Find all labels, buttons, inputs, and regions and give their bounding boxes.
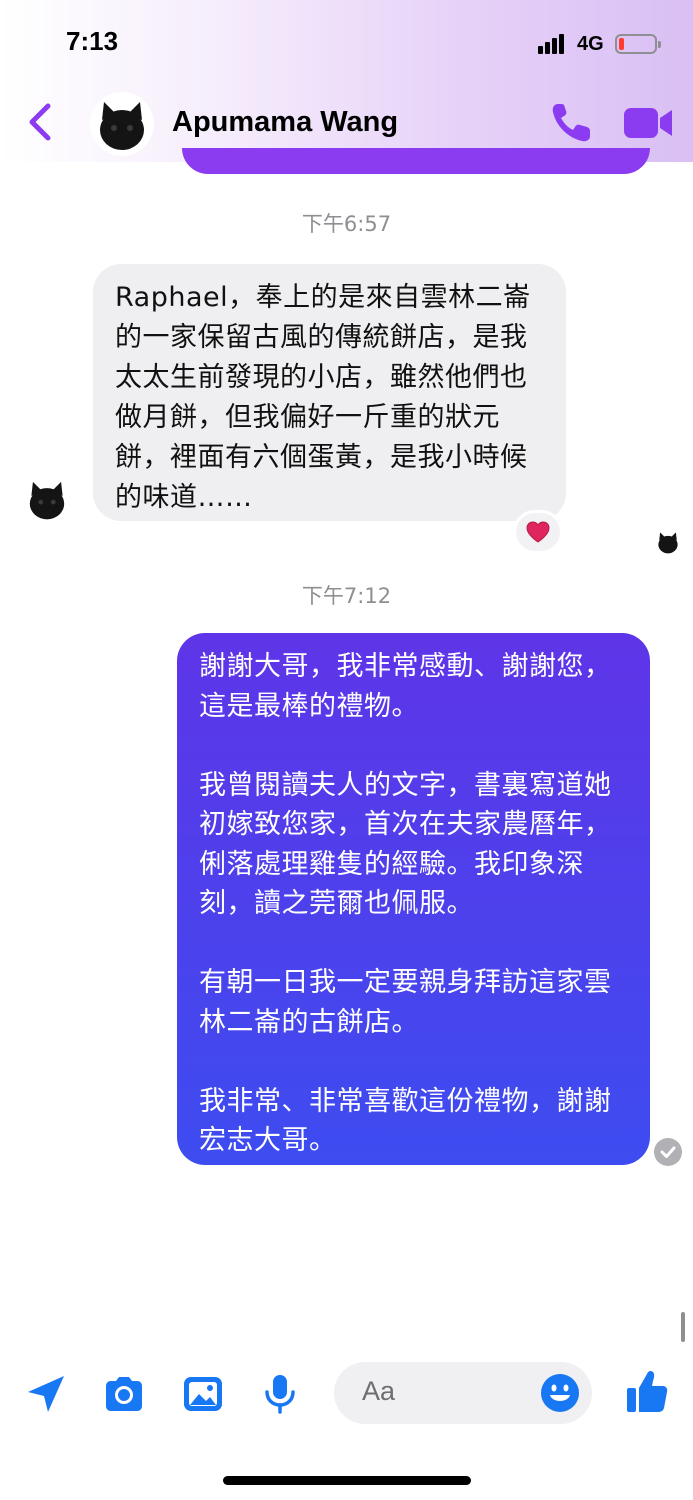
scroll-indicator[interactable] bbox=[681, 1312, 685, 1342]
black-cat-avatar-icon bbox=[658, 532, 678, 554]
location-arrow-icon[interactable] bbox=[24, 1372, 68, 1416]
message-timestamp: 下午6:57 bbox=[301, 212, 392, 236]
network-type: 4G bbox=[577, 33, 604, 55]
video-camera-icon[interactable] bbox=[622, 104, 674, 142]
heart-reaction[interactable] bbox=[513, 510, 563, 554]
status-bar: 7:13 4G bbox=[0, 0, 693, 88]
seen-by-avatar bbox=[654, 528, 682, 556]
phone-icon[interactable] bbox=[548, 100, 594, 146]
black-cat-avatar-icon bbox=[100, 102, 144, 150]
message-composer: Aa bbox=[0, 1358, 693, 1430]
previous-message-bubble bbox=[182, 148, 650, 174]
status-time: 7:13 bbox=[66, 26, 119, 56]
outgoing-message-bubble[interactable]: 謝謝大哥，我非常感動、謝謝您，這是最棒的禮物。 我曾閱讀夫人的文字，書裏寫道她初… bbox=[177, 633, 650, 1165]
emoji-icon[interactable] bbox=[540, 1373, 580, 1413]
incoming-message-text: Raphael，奉上的是來自雲林二崙的一家保留古風的傳統餅店，是我太太生前發現的… bbox=[115, 282, 531, 513]
battery-icon bbox=[615, 34, 661, 54]
microphone-icon[interactable] bbox=[258, 1372, 302, 1416]
message-timestamp: 下午7:12 bbox=[301, 584, 392, 608]
sender-avatar[interactable] bbox=[22, 474, 72, 524]
signal-icon bbox=[538, 34, 568, 54]
thumbs-up-icon[interactable] bbox=[624, 1368, 670, 1416]
outgoing-message-text: 謝謝大哥，我非常感動、謝謝您，這是最棒的禮物。 我曾閱讀夫人的文字，書裏寫道她初… bbox=[199, 651, 612, 1156]
heart-icon bbox=[526, 521, 550, 543]
image-icon[interactable] bbox=[181, 1372, 225, 1416]
incoming-message-bubble[interactable]: Raphael，奉上的是來自雲林二崙的一家保留古風的傳統餅店，是我太太生前發現的… bbox=[93, 264, 566, 521]
contact-name[interactable]: Apumama Wang bbox=[172, 106, 398, 139]
message-input-placeholder: Aa bbox=[362, 1376, 396, 1406]
home-indicator bbox=[223, 1476, 471, 1485]
read-check-icon bbox=[654, 1138, 682, 1166]
message-input[interactable]: Aa bbox=[334, 1362, 592, 1424]
contact-avatar[interactable] bbox=[90, 92, 154, 156]
camera-icon[interactable] bbox=[102, 1372, 146, 1416]
black-cat-avatar-icon bbox=[29, 481, 65, 520]
back-chevron-icon[interactable] bbox=[24, 100, 58, 144]
